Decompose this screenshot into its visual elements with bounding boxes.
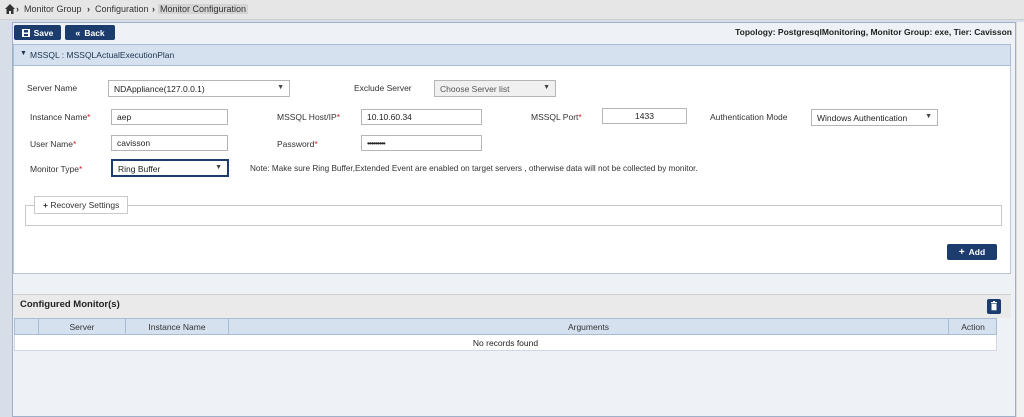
- home-icon[interactable]: [5, 4, 15, 15]
- back-button[interactable]: « Back: [65, 25, 115, 40]
- mssql-host-label: MSSQL Host/IP*: [277, 112, 340, 122]
- delete-button[interactable]: [987, 299, 1001, 314]
- add-button[interactable]: + Add: [947, 244, 997, 260]
- back-icon: «: [75, 27, 81, 38]
- recovery-settings-toggle[interactable]: + Recovery Settings: [34, 196, 129, 214]
- save-button[interactable]: Save: [14, 25, 61, 40]
- password-label: Password*: [277, 139, 318, 149]
- configured-monitors-header: [13, 294, 1011, 318]
- caret-down-icon: ▼: [20, 50, 27, 57]
- monitor-type-value: Ring Buffer: [118, 164, 161, 174]
- authentication-mode-value: Windows Authentication: [817, 113, 908, 123]
- caret-down-icon: ▼: [925, 113, 932, 120]
- monitor-type-label: Monitor Type*: [30, 164, 83, 174]
- select-column-header: [14, 318, 39, 335]
- monitor-type-select[interactable]: Ring Buffer ▼: [111, 159, 229, 177]
- exclude-server-placeholder: Choose Server list: [440, 84, 510, 94]
- mssql-port-input[interactable]: 1433: [602, 108, 687, 124]
- column-header-instance-name[interactable]: Instance Name: [126, 318, 229, 335]
- server-name-label: Server Name: [27, 83, 78, 93]
- empty-table-message: No records found: [472, 338, 539, 348]
- authentication-mode-select[interactable]: Windows Authentication ▼: [811, 109, 938, 126]
- column-header-action[interactable]: Action: [949, 318, 997, 335]
- trash-icon: [991, 301, 997, 311]
- user-name-label: User Name*: [30, 139, 77, 149]
- breadcrumb-monitor-configuration: Monitor Configuration: [158, 4, 249, 14]
- chevron-right-icon: ›: [16, 4, 19, 14]
- config-panel-title: MSSQL : MSSQLActualExecutionPlan: [30, 50, 175, 60]
- chevron-right-icon: ›: [87, 4, 90, 14]
- column-header-server[interactable]: Server: [39, 318, 126, 335]
- column-header-arguments[interactable]: Arguments: [229, 318, 949, 335]
- recovery-settings-label: Recovery Settings: [50, 200, 120, 210]
- exclude-server-label: Exclude Server: [354, 83, 412, 93]
- instance-name-input[interactable]: aep: [111, 109, 228, 125]
- caret-down-icon: ▼: [215, 164, 222, 171]
- caret-down-icon: ▼: [543, 84, 550, 91]
- back-button-label: Back: [84, 27, 105, 38]
- user-name-input[interactable]: cavisson: [111, 135, 228, 151]
- add-button-label: Add: [968, 247, 986, 257]
- recovery-settings-fieldset: [25, 205, 1002, 226]
- caret-down-icon: ▼: [277, 84, 284, 91]
- configured-monitors-title: Configured Monitor(s): [20, 299, 120, 310]
- instance-name-label: Instance Name*: [30, 112, 91, 122]
- exclude-server-select[interactable]: Choose Server list ▼: [434, 80, 556, 97]
- chevron-right-icon: ›: [152, 4, 155, 14]
- server-name-select[interactable]: NDAppliance(127.0.0.1) ▼: [108, 80, 290, 97]
- save-button-label: Save: [33, 27, 54, 38]
- scrollbar[interactable]: [1016, 22, 1024, 417]
- plus-icon: +: [43, 200, 48, 210]
- authentication-mode-label: Authentication Mode: [710, 112, 788, 122]
- monitor-note: Note: Make sure Ring Buffer,Extended Eve…: [250, 164, 698, 173]
- password-input[interactable]: •••••••••: [361, 135, 482, 151]
- breadcrumb-monitor-group[interactable]: Monitor Group: [24, 4, 82, 14]
- topology-info: Topology: PostgresqlMonitoring, Monitor …: [735, 27, 1012, 37]
- mssql-port-label: MSSQL Port*: [531, 112, 582, 122]
- save-icon: [21, 28, 30, 37]
- breadcrumb-configuration[interactable]: Configuration: [95, 4, 149, 14]
- server-name-value: NDAppliance(127.0.0.1): [114, 84, 205, 94]
- plus-icon: +: [958, 246, 965, 258]
- mssql-host-input[interactable]: 10.10.60.34: [361, 109, 482, 125]
